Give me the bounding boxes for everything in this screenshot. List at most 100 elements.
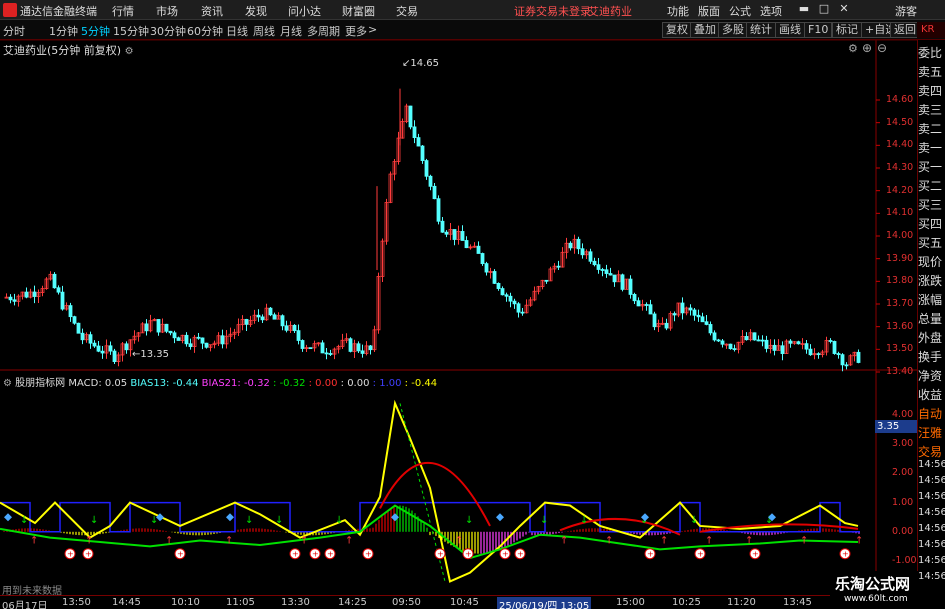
plus-marker-text: + <box>697 550 704 559</box>
candle-body <box>356 343 361 352</box>
adjust-button[interactable]: 复权 <box>662 22 692 38</box>
period-month[interactable]: 月线 <box>280 23 302 39</box>
period-1min[interactable]: 1分钟 <box>49 23 78 39</box>
menu-market-quotes[interactable]: 行情 <box>112 3 134 19</box>
menu-layout[interactable]: 版面 <box>698 3 720 19</box>
right-panel-item[interactable]: 外盘 <box>918 329 945 348</box>
diamond-marker-icon <box>4 513 12 522</box>
close-icon[interactable]: ✕ <box>837 2 851 16</box>
candle-body <box>176 337 181 341</box>
right-panel-item[interactable]: 净资 <box>918 367 945 386</box>
overlay-button[interactable]: 叠加 <box>690 22 720 38</box>
menu-market[interactable]: 市场 <box>156 3 178 19</box>
candle-body <box>580 248 585 256</box>
right-panel-item[interactable]: 卖五 <box>918 63 945 82</box>
period-day[interactable]: 日线 <box>226 23 248 39</box>
candle-body <box>424 160 429 177</box>
minimize-icon[interactable]: ▬ <box>797 2 811 16</box>
f10-button[interactable]: F10 <box>804 22 833 38</box>
multi-stock-button[interactable]: 多股 <box>718 22 748 38</box>
candle-body <box>604 269 609 274</box>
period-timeshare[interactable]: 分时 <box>3 23 25 39</box>
right-panel-item[interactable]: 14:56 <box>918 571 945 590</box>
period-30min[interactable]: 30分钟 <box>150 23 186 39</box>
period-5min[interactable]: 5分钟 <box>81 23 110 39</box>
candle-body <box>436 198 441 222</box>
back-button[interactable]: 返回 <box>890 22 920 38</box>
candle-body <box>712 332 717 341</box>
right-panel-item[interactable]: 现价 <box>918 253 945 272</box>
right-panel-item[interactable]: 卖二 <box>918 120 945 139</box>
right-panel-item[interactable]: 买四 <box>918 215 945 234</box>
right-panel-tab[interactable]: KR <box>917 22 945 38</box>
menu-formula[interactable]: 公式 <box>729 3 751 19</box>
right-panel-item[interactable]: 买二 <box>918 177 945 196</box>
value-red: : 0.00 <box>308 378 338 389</box>
right-panel-item[interactable]: 涨跌 <box>918 272 945 291</box>
kline-chart[interactable]: ↑ ↑ ↑ ↑ ↑ ↑ ↑ ↑ ↑ ↑ ↑ ↑ ↑ ↑↓ ↓ ↓ ↓ ↓ ↓ ↓ ↓ ↓ ↓ ↓ ↓+ + + + + + + + + + + + + +… <box>0 40 918 595</box>
menu-function[interactable]: 功能 <box>667 3 689 19</box>
right-panel-item[interactable]: 汪雅 <box>918 424 945 443</box>
candle-body <box>596 264 601 270</box>
right-panel-item[interactable]: 自动 <box>918 405 945 424</box>
plus-marker-text: + <box>437 550 444 559</box>
candle-body <box>408 105 413 128</box>
menu-news[interactable]: 资讯 <box>201 3 223 19</box>
candle-body <box>292 324 297 332</box>
right-panel-item[interactable]: 卖三 <box>918 101 945 120</box>
right-panel-item[interactable]: 买一 <box>918 158 945 177</box>
menu-ask[interactable]: 问小达 <box>288 3 321 19</box>
bias13-value: BIAS13: -0.44 <box>130 378 199 389</box>
right-panel-item[interactable]: 总量 <box>918 310 945 329</box>
mark-button[interactable]: 标记 <box>832 22 862 38</box>
indicator-name[interactable]: 股朋指标网 <box>15 378 65 389</box>
time-axis-label: 13:45 <box>783 597 812 608</box>
candle-body <box>320 342 325 354</box>
right-panel-item[interactable]: 买三 <box>918 196 945 215</box>
login-notice[interactable]: 证券交易未登录 <box>514 3 591 19</box>
period-week[interactable]: 周线 <box>253 23 275 39</box>
right-panel-item[interactable]: 卖一 <box>918 139 945 158</box>
candle-body <box>452 229 457 240</box>
candle-body <box>256 314 261 318</box>
right-panel-item[interactable]: 收益 <box>918 386 945 405</box>
time-axis-label: 13:50 <box>62 597 91 608</box>
right-panel-item[interactable]: 涨幅 <box>918 291 945 310</box>
options-icon[interactable]: ⚙ <box>848 42 858 55</box>
right-panel-item[interactable]: 买五 <box>918 234 945 253</box>
candle-body <box>728 343 733 350</box>
candle-body <box>324 352 329 355</box>
right-panel-item[interactable]: 卖四 <box>918 82 945 101</box>
zoom-in-icon[interactable]: ⊕ <box>862 41 872 55</box>
candle-body <box>608 273 613 276</box>
candle-body <box>704 321 709 325</box>
candle-body <box>484 263 489 273</box>
buy-arrow-icon: ↑ <box>85 535 93 546</box>
period-multi[interactable]: 多周期 <box>307 23 340 39</box>
chevron-right-icon[interactable]: > <box>368 23 377 36</box>
period-15min[interactable]: 15分钟 <box>113 23 149 39</box>
maximize-icon[interactable]: □ <box>817 2 831 16</box>
bias-yellow-line <box>0 399 859 583</box>
draw-button[interactable]: 画线 <box>775 22 805 38</box>
candle-body <box>268 307 273 316</box>
candle-body <box>8 296 13 301</box>
candle-body <box>368 345 373 351</box>
time-axis-label: 14:45 <box>112 597 141 608</box>
period-more[interactable]: 更多 <box>345 23 367 39</box>
right-panel-item[interactable]: 委比 <box>918 44 945 63</box>
zoom-out-icon[interactable]: ⊖ <box>877 41 887 55</box>
period-60min[interactable]: 60分钟 <box>187 23 223 39</box>
indicator-settings-icon[interactable]: ⚙ <box>3 378 15 389</box>
menu-options[interactable]: 选项 <box>760 3 782 19</box>
user-label[interactable]: 游客 <box>895 3 917 19</box>
right-panel-item[interactable]: 换手 <box>918 348 945 367</box>
menu-wealth[interactable]: 财富圈 <box>342 3 375 19</box>
menu-trade[interactable]: 交易 <box>396 3 418 19</box>
sell-arrow-icon: ↓ <box>335 515 343 526</box>
sell-arrow-icon: ↓ <box>540 515 548 526</box>
stats-button[interactable]: 统计 <box>746 22 776 38</box>
app-title: 通达信金融终端 <box>20 5 97 18</box>
menu-discover[interactable]: 发现 <box>245 3 267 19</box>
settings-icon[interactable]: ⚙ <box>125 46 134 57</box>
